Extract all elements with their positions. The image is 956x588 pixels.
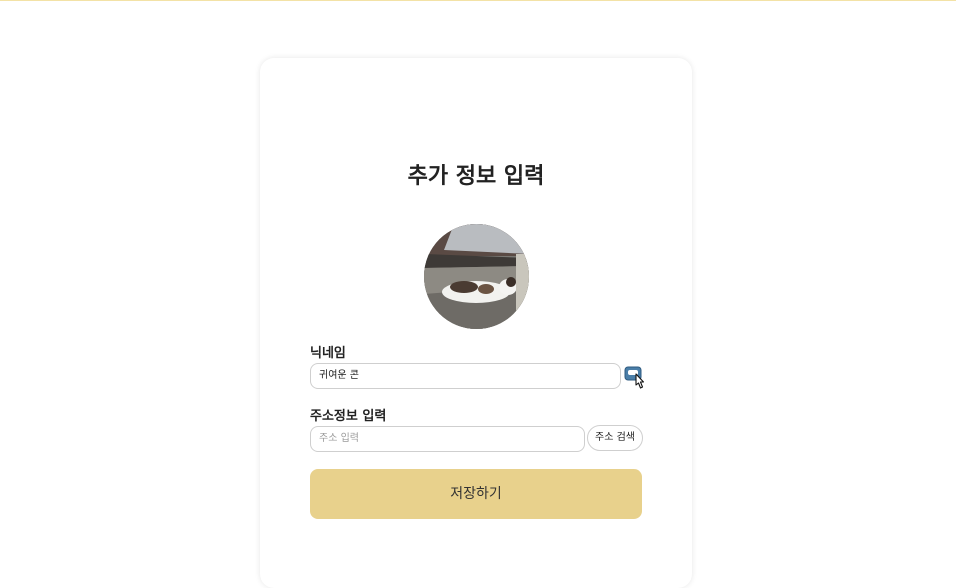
avatar[interactable]: [424, 224, 529, 329]
profile-form-card: 추가 정보 입력 닉네임 귀여운 콘 주소정보 입력 주소 입력 주소 검색 저…: [260, 58, 692, 588]
address-input[interactable]: 주소 입력: [310, 426, 585, 452]
address-label: 주소정보 입력: [310, 409, 387, 424]
avatar-image: [424, 224, 529, 329]
save-button[interactable]: 저장하기: [310, 469, 642, 519]
address-search-button[interactable]: 주소 검색: [587, 425, 643, 451]
page-title: 추가 정보 입력: [407, 164, 545, 189]
top-divider: [0, 0, 956, 1]
confirm-cursor-icon[interactable]: [623, 366, 649, 390]
nickname-label: 닉네임: [310, 346, 346, 361]
nickname-input[interactable]: 귀여운 콘: [310, 363, 621, 389]
